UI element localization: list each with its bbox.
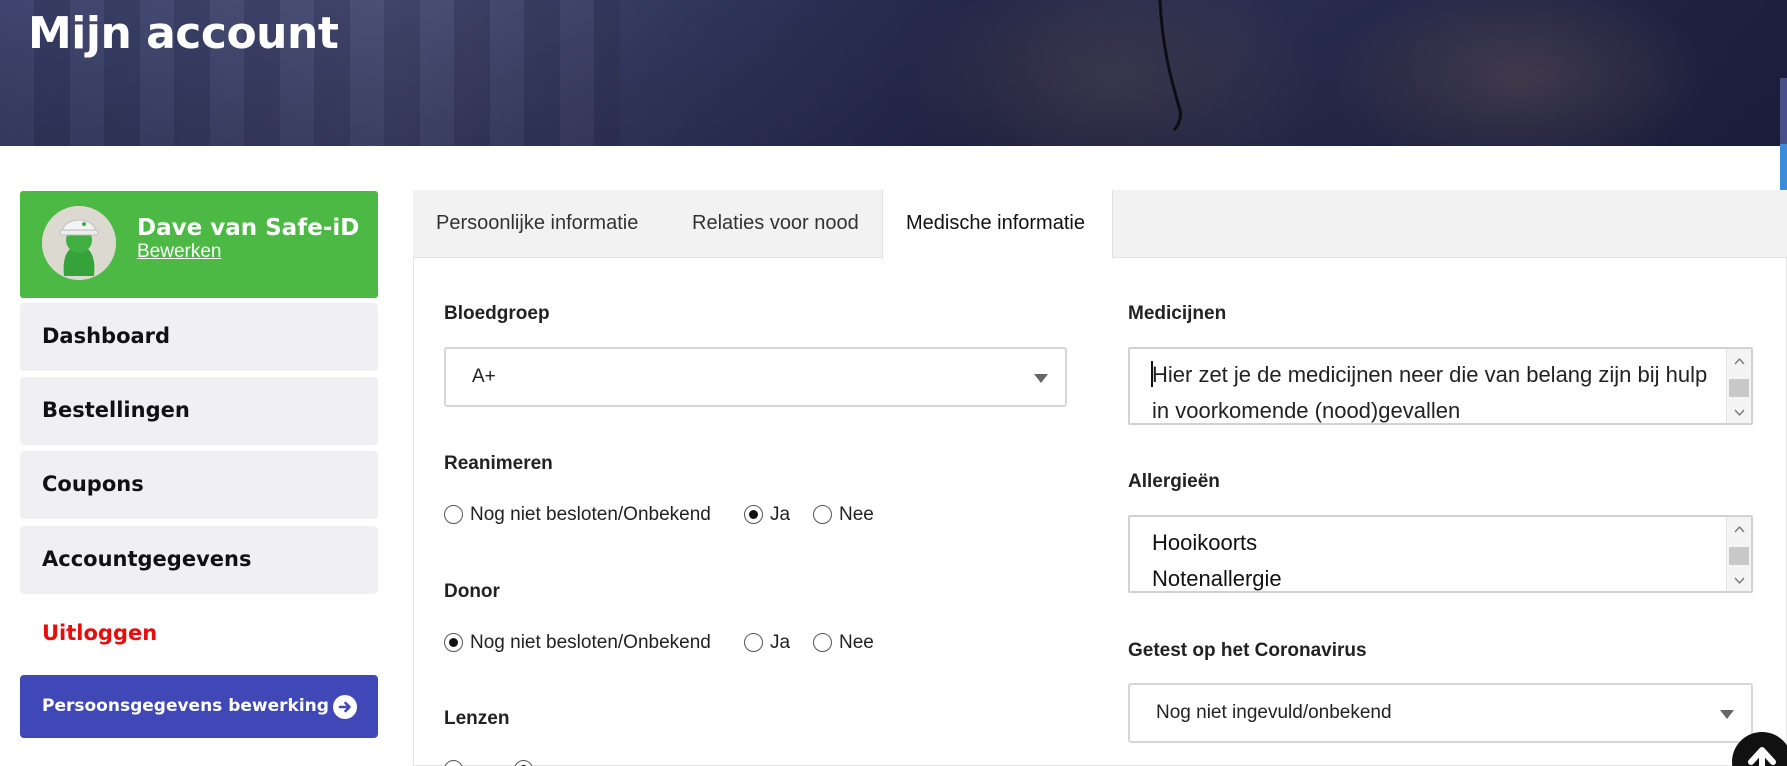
- corona-select[interactable]: Nog niet ingevuld/onbekend: [1128, 683, 1753, 743]
- sidebar-item-dashboard[interactable]: Dashboard: [20, 303, 378, 371]
- lenses-radio-group: [444, 757, 904, 766]
- medicines-label: Medicijnen: [1128, 303, 1227, 324]
- radio-label: Nee: [839, 632, 874, 653]
- page-title: Mijn account: [28, 8, 339, 59]
- radio-circle: [444, 505, 463, 524]
- scroll-to-top-button[interactable]: [1732, 732, 1787, 766]
- edge-accent-blue-dark: [1780, 78, 1787, 144]
- donor-option-no[interactable]: Nee: [813, 630, 893, 658]
- donor-option-unknown[interactable]: Nog niet besloten/Onbekend: [444, 630, 724, 658]
- tab-label: Persoonlijke informatie: [436, 212, 639, 234]
- avatar: [42, 206, 116, 280]
- scrollbar-thumb[interactable]: [1729, 379, 1749, 397]
- blood-group-value: A+: [472, 366, 496, 387]
- medicines-textarea[interactable]: Hier zet je de medicijnen neer die van b…: [1128, 347, 1753, 425]
- chevron-down-icon: [1034, 374, 1048, 383]
- corona-label: Getest op het Coronavirus: [1128, 640, 1367, 661]
- radio-label: Ja: [770, 504, 791, 525]
- resuscitate-option-no[interactable]: Nee: [813, 502, 893, 530]
- edit-profile-link[interactable]: Bewerken: [137, 241, 222, 263]
- tab-label: Relaties voor nood: [692, 212, 859, 234]
- lenses-option-2[interactable]: [514, 757, 574, 766]
- logout-link[interactable]: Uitloggen: [42, 621, 157, 645]
- earphone-cable-decoration: [1158, 0, 1182, 132]
- blood-group-label: Bloedgroep: [444, 303, 550, 324]
- radio-circle: [813, 505, 832, 524]
- profile-card: Dave van Safe-iD Bewerken: [20, 191, 378, 298]
- corona-value: Nog niet ingevuld/onbekend: [1156, 702, 1392, 723]
- text-cursor: [1151, 361, 1153, 387]
- resuscitate-option-unknown[interactable]: Nog niet besloten/Onbekend: [444, 502, 724, 530]
- medicines-placeholder: Hier zet je de medicijnen neer die van b…: [1152, 362, 1708, 423]
- lenses-option-1[interactable]: [444, 757, 504, 766]
- donor-option-yes[interactable]: Ja: [744, 630, 804, 658]
- chevron-down-icon[interactable]: [1733, 406, 1746, 419]
- medicines-scrollbar[interactable]: [1726, 349, 1751, 423]
- radio-circle: [744, 633, 763, 652]
- medical-info-panel: [413, 190, 1787, 766]
- profile-name: Dave van Safe-iD: [137, 215, 360, 241]
- resuscitate-label: Reanimeren: [444, 453, 553, 474]
- gdpr-edit-button[interactable]: Persoonsgegevens bewerking: [20, 675, 378, 738]
- allergies-scrollbar[interactable]: [1726, 517, 1751, 591]
- radio-label: Ja: [770, 632, 791, 653]
- allergies-textarea[interactable]: Hooikoorts Notenallergie: [1128, 515, 1753, 593]
- tab-label: Medische informatie: [906, 212, 1085, 234]
- chevron-down-icon: [1720, 710, 1734, 719]
- radio-label: Nog niet besloten/Onbekend: [470, 504, 711, 525]
- radio-circle-checked: [744, 505, 763, 524]
- donor-radio-group: Nog niet besloten/Onbekend Ja Nee: [444, 630, 904, 658]
- tab-medical-info[interactable]: Medische informatie: [882, 190, 1113, 259]
- radio-circle-checked: [444, 633, 463, 652]
- sidebar-item-orders[interactable]: Bestellingen: [20, 377, 378, 445]
- allergy-line: Notenallergie: [1152, 566, 1282, 591]
- radio-label: Nee: [839, 504, 874, 525]
- arrow-circle-right-icon: [333, 695, 357, 719]
- resuscitate-option-yes[interactable]: Ja: [744, 502, 804, 530]
- donor-label: Donor: [444, 581, 500, 602]
- radio-circle-checked: [514, 760, 533, 766]
- sidebar-item-label: Coupons: [42, 472, 144, 496]
- sidebar-item-label: Accountgegevens: [42, 547, 252, 571]
- sidebar-item-label: Bestellingen: [42, 398, 190, 422]
- lenses-label: Lenzen: [444, 708, 510, 729]
- sidebar-item-coupons[interactable]: Coupons: [20, 451, 378, 519]
- sidebar-item-label: Dashboard: [42, 324, 171, 348]
- resuscitate-radio-group: Nog niet besloten/Onbekend Ja Nee: [444, 502, 904, 530]
- allergy-line: Hooikoorts: [1152, 530, 1258, 555]
- sidebar-item-account-details[interactable]: Accountgegevens: [20, 526, 378, 594]
- allergies-label: Allergieën: [1128, 471, 1220, 492]
- chevron-up-icon[interactable]: [1733, 523, 1746, 536]
- chevron-down-icon[interactable]: [1733, 574, 1746, 587]
- radio-circle: [813, 633, 832, 652]
- arrow-up-icon: [1748, 747, 1776, 766]
- radio-circle: [444, 760, 463, 766]
- radio-label: Nog niet besloten/Onbekend: [470, 632, 711, 653]
- tab-personal-info[interactable]: Persoonlijke informatie: [413, 190, 639, 258]
- chevron-up-icon[interactable]: [1733, 355, 1746, 368]
- scrollbar-thumb[interactable]: [1729, 547, 1749, 565]
- gdpr-edit-button-label: Persoonsgegevens bewerking: [42, 696, 329, 716]
- tab-emergency-contacts[interactable]: Relaties voor nood: [662, 190, 872, 258]
- blood-group-select[interactable]: A+: [444, 347, 1067, 407]
